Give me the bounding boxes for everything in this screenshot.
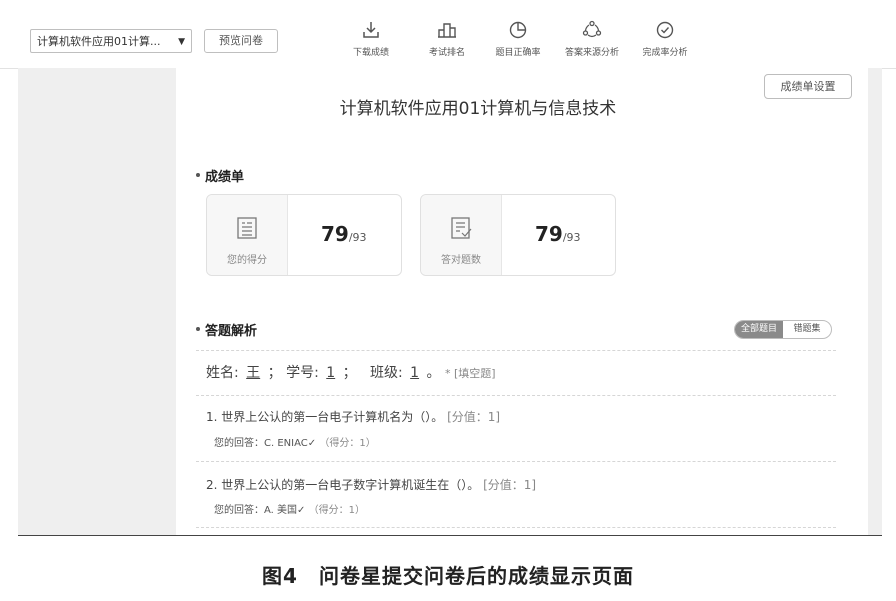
class-label: 班级: xyxy=(369,365,403,381)
left-gutter xyxy=(18,68,176,536)
score-card: 您的得分 79/93 xyxy=(206,194,402,276)
bullet-dot xyxy=(196,172,200,177)
line-end: 。 xyxy=(426,365,441,381)
analysis-section-title: 答题解析 xyxy=(196,320,257,339)
figure-rule xyxy=(18,535,882,536)
tool-label: 完成率分析 xyxy=(642,48,688,58)
answer-value: A. 美国 xyxy=(264,505,298,516)
wrong-questions-tab[interactable]: 错题集 xyxy=(783,321,831,338)
question-filter-toggle: 全部题目 错题集 xyxy=(734,320,832,339)
fill-blank-tag: * [填空题] xyxy=(444,367,496,380)
score-value: 79/93 xyxy=(321,222,367,246)
question-points: [分值：1] xyxy=(483,478,537,492)
correct-card-label: 答对题数 xyxy=(441,255,481,266)
name-value: 王 xyxy=(246,365,261,381)
check-icon: ✓ xyxy=(297,505,306,516)
correct-count-card: 答对题数 79/93 xyxy=(420,194,616,276)
preview-survey-button[interactable]: 预览问卷 xyxy=(204,29,278,53)
tool-label: 题目正确率 xyxy=(495,48,541,58)
bullet-dot xyxy=(196,326,200,331)
score-number: 79 xyxy=(321,222,349,246)
student-id-label: 学号: xyxy=(286,365,319,381)
download-scores-tool[interactable]: 下载成绩 xyxy=(346,20,396,58)
report-settings-button[interactable]: 成绩单设置 xyxy=(764,74,852,99)
check-icon: ✓ xyxy=(307,438,317,449)
figure-frame: 计算机软件应用01计算... ▼ 预览问卷 下载成绩 考试排名 题目正确率 答案… xyxy=(0,0,896,601)
check-circle-icon xyxy=(656,21,674,39)
answer-source-tool[interactable]: 答案来源分析 xyxy=(560,20,624,58)
student-info-line: 姓名: 王 ； 学号: 1 ； 班级: 1 。 * [填空题] xyxy=(206,362,496,382)
question-text: 1. 世界上公认的第一台电子计算机名为（）。 xyxy=(206,410,444,424)
question-text: 2. 世界上公认的第一台电子数字计算机诞生在（）。 xyxy=(206,478,480,492)
question-title: 1. 世界上公认的第一台电子计算机名为（）。 [分值：1] xyxy=(206,408,500,425)
question-accuracy-tool[interactable]: 题目正确率 xyxy=(492,20,544,58)
question-title: 2. 世界上公认的第一台电子数字计算机诞生在（）。 [分值：1] xyxy=(206,476,536,493)
question-points: [分值：1] xyxy=(447,410,501,424)
divider xyxy=(196,527,836,528)
score-sheet-icon xyxy=(237,217,257,239)
survey-select[interactable]: 计算机软件应用01计算... ▼ xyxy=(30,29,192,53)
tool-label: 考试排名 xyxy=(428,48,465,58)
divider xyxy=(196,461,836,462)
pie-chart-icon xyxy=(509,21,527,39)
score-card-icon-cell: 您的得分 xyxy=(207,195,288,275)
page-title: 计算机软件应用01计算机与信息技术 xyxy=(339,99,617,119)
ranking-icon xyxy=(438,23,456,38)
correct-number: 79 xyxy=(535,222,563,246)
separator: ； xyxy=(267,365,282,381)
report-section-title: 成绩单 xyxy=(196,166,244,185)
score-card-label: 您的得分 xyxy=(227,255,267,266)
figure-caption: 图4 问卷星提交问卷后的成绩显示页面 xyxy=(262,564,634,588)
survey-select-value: 计算机软件应用01计算... xyxy=(37,35,161,48)
right-gutter xyxy=(868,68,882,536)
answer-label: 您的回答： xyxy=(214,438,264,449)
correct-value: 79/93 xyxy=(535,222,581,246)
separator: ； xyxy=(342,365,357,381)
question-answer: 您的回答：A. 美国✓ （得分：1） xyxy=(214,501,365,516)
exam-ranking-tool[interactable]: 考试排名 xyxy=(422,20,472,58)
report-panel xyxy=(176,68,868,536)
completion-rate-tool[interactable]: 完成率分析 xyxy=(638,20,692,58)
all-questions-tab[interactable]: 全部题目 xyxy=(735,321,783,338)
correct-total: /93 xyxy=(562,231,581,244)
source-analysis-icon xyxy=(582,20,602,38)
answer-value: C. ENIAC xyxy=(264,438,308,449)
answer-score: （得分：1） xyxy=(308,505,365,516)
report-section-label: 成绩单 xyxy=(205,170,245,185)
tool-label: 下载成绩 xyxy=(352,48,389,58)
answer-score: （得分：1） xyxy=(319,438,376,449)
divider xyxy=(196,395,836,396)
class-value: 1 xyxy=(410,365,420,381)
chevron-down-icon: ▼ xyxy=(178,37,185,47)
question-answer: 您的回答：C. ENIAC✓ （得分：1） xyxy=(214,434,376,449)
score-total: /93 xyxy=(348,231,367,244)
answer-label: 您的回答： xyxy=(214,505,264,516)
analysis-section-label: 答题解析 xyxy=(205,324,258,339)
correct-list-icon xyxy=(451,217,472,239)
divider xyxy=(196,350,836,351)
correct-card-icon-cell: 答对题数 xyxy=(421,195,502,275)
tool-label: 答案来源分析 xyxy=(564,48,619,58)
student-id-value: 1 xyxy=(326,365,336,381)
download-icon xyxy=(363,22,379,38)
toolbar: 计算机软件应用01计算... ▼ 预览问卷 下载成绩 考试排名 题目正确率 答案… xyxy=(0,0,896,69)
name-label: 姓名: xyxy=(206,365,239,381)
